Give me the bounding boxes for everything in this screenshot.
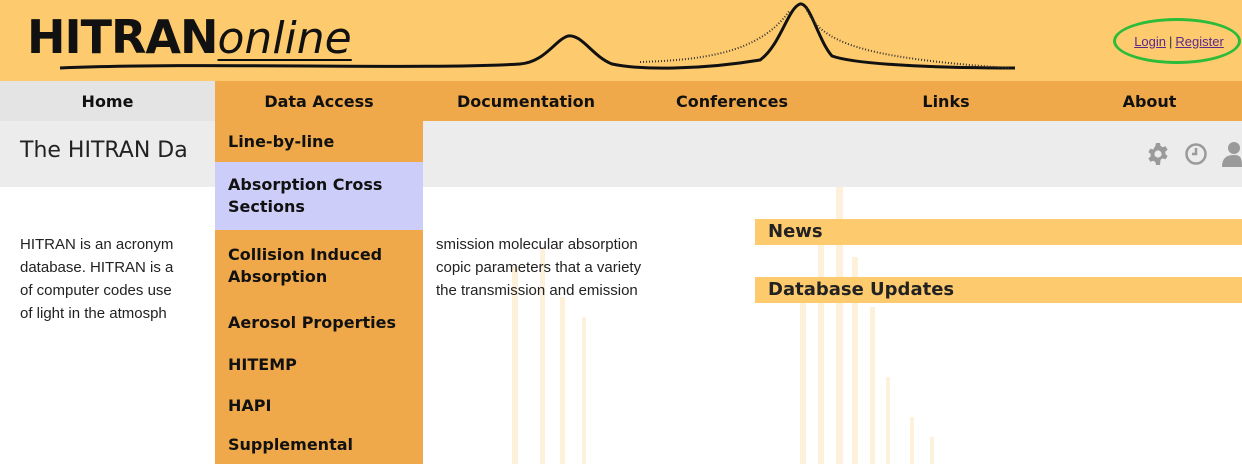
nav-home[interactable]: Home xyxy=(0,81,215,121)
dropdown-item-collision-induced-absorption[interactable]: Collision Induced Absorption xyxy=(215,230,423,302)
logo-bold-text: HITRAN xyxy=(27,10,219,64)
intro-line-right: smission molecular absorption xyxy=(436,236,638,253)
clock-icon[interactable] xyxy=(1184,142,1208,166)
dropdown-item-label: Aerosol Properties xyxy=(228,313,396,332)
intro-line: of computer codes use xyxy=(20,282,172,299)
intro-line-right: copic parameters that a variety xyxy=(436,259,642,276)
nav-conferences[interactable]: Conferences xyxy=(629,81,835,121)
nav-data-access[interactable]: Data Access xyxy=(215,81,423,121)
login-link[interactable]: Login xyxy=(1134,34,1166,49)
dropdown-item-label: Supplemental xyxy=(228,435,353,454)
user-icon[interactable] xyxy=(1222,141,1242,167)
intro-line-right: the transmission and emission xyxy=(436,282,638,299)
dropdown-item-label: Absorption xyxy=(228,267,328,286)
dropdown-item-label: HAPI xyxy=(228,396,272,415)
dropdown-item-label: Collision Induced xyxy=(228,245,383,264)
dropdown-item-label: Sections xyxy=(228,197,305,216)
dropdown-item-absorption-cross-sections[interactable]: Absorption Cross Sections xyxy=(215,162,423,230)
nav-links[interactable]: Links xyxy=(835,81,1057,121)
gear-icon[interactable] xyxy=(1146,142,1170,166)
dropdown-item-label: Absorption Cross xyxy=(228,175,383,194)
intro-line: of light in the atmosph xyxy=(20,305,167,322)
news-heading[interactable]: News xyxy=(755,219,1242,245)
auth-links: Login | Register xyxy=(1120,30,1238,52)
dropdown-item-hitemp[interactable]: HITEMP xyxy=(215,344,423,386)
dropdown-item-label: HITEMP xyxy=(228,355,297,374)
dropdown-item-line-by-line[interactable]: Line-by-line xyxy=(215,121,423,162)
page-title-bar: The HITRAN Da xyxy=(0,121,1242,187)
nav-documentation[interactable]: Documentation xyxy=(423,81,629,121)
toolbar-icons xyxy=(1146,141,1242,167)
database-updates-heading[interactable]: Database Updates xyxy=(755,277,1242,303)
page-title: The HITRAN Da xyxy=(20,138,188,163)
nav-about[interactable]: About xyxy=(1057,81,1242,121)
register-link[interactable]: Register xyxy=(1175,34,1223,49)
dropdown-item-supplemental[interactable]: Supplemental xyxy=(215,426,423,464)
dropdown-item-hapi[interactable]: HAPI xyxy=(215,386,423,426)
data-access-dropdown: Line-by-line Absorption Cross Sections C… xyxy=(215,121,423,464)
auth-separator: | xyxy=(1169,33,1173,49)
main-nav: Home Data Access Documentation Conferenc… xyxy=(0,81,1242,121)
site-header: HITRAN online Login | Register xyxy=(0,0,1242,81)
logo-italic-text: online xyxy=(217,13,352,64)
intro-line: HITRAN is an acronym xyxy=(20,236,174,253)
intro-line: database. HITRAN is a xyxy=(20,259,174,276)
site-logo[interactable]: HITRAN online xyxy=(27,10,352,72)
dropdown-item-label: Line-by-line xyxy=(228,131,335,151)
dropdown-item-aerosol-properties[interactable]: Aerosol Properties xyxy=(215,302,423,344)
